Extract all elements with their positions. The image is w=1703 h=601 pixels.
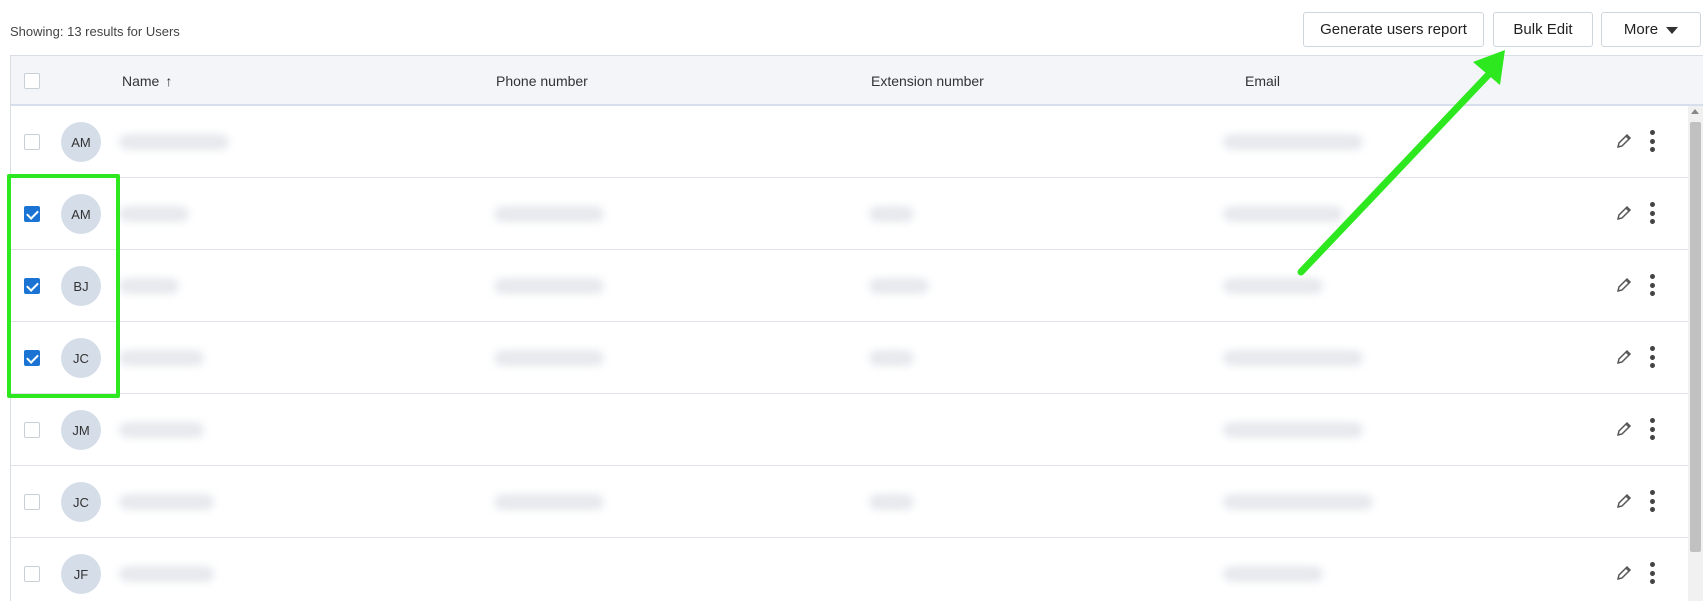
table-header: Name ↑ Phone number Extension number Ema…	[11, 56, 1703, 106]
pencil-icon[interactable]	[1615, 492, 1633, 510]
column-header-name[interactable]: Name ↑	[122, 73, 172, 89]
scroll-up-arrow-icon[interactable]	[1691, 109, 1699, 114]
avatar: JM	[61, 410, 101, 450]
more-options-icon[interactable]	[1648, 346, 1656, 368]
table-row[interactable]: BJ	[11, 250, 1703, 322]
sort-arrow-up-icon: ↑	[165, 73, 173, 89]
email-redacted	[1223, 350, 1363, 366]
table-row[interactable]: AM	[11, 178, 1703, 250]
more-options-icon[interactable]	[1648, 562, 1656, 584]
column-header-phone[interactable]: Phone number	[496, 73, 588, 89]
extension-redacted	[869, 350, 914, 366]
more-button[interactable]: More	[1601, 12, 1701, 47]
generate-report-button[interactable]: Generate users report	[1303, 12, 1484, 47]
name-redacted	[119, 134, 229, 150]
scroll-thumb[interactable]	[1690, 122, 1701, 552]
more-options-icon[interactable]	[1648, 130, 1656, 152]
extension-redacted	[869, 278, 929, 294]
email-redacted	[1223, 134, 1363, 150]
caret-down-icon	[1666, 27, 1679, 34]
more-options-icon[interactable]	[1648, 274, 1656, 296]
email-redacted	[1223, 566, 1323, 582]
table-row[interactable]: AM	[11, 106, 1703, 178]
select-all-checkbox[interactable]	[24, 73, 40, 89]
avatar: AM	[61, 122, 101, 162]
extension-redacted	[869, 494, 914, 510]
email-redacted	[1223, 206, 1343, 222]
pencil-icon[interactable]	[1615, 348, 1633, 366]
vertical-scrollbar[interactable]	[1688, 106, 1703, 601]
column-header-email[interactable]: Email	[1245, 73, 1280, 89]
pencil-icon[interactable]	[1615, 276, 1633, 294]
phone-redacted	[494, 206, 604, 222]
table-row[interactable]: JC	[11, 322, 1703, 394]
table-row[interactable]: JM	[11, 394, 1703, 466]
selection-highlight-annotation	[7, 174, 120, 398]
extension-redacted	[869, 206, 914, 222]
more-options-icon[interactable]	[1648, 418, 1656, 440]
phone-redacted	[494, 278, 604, 294]
email-redacted	[1223, 422, 1363, 438]
name-redacted	[119, 494, 214, 510]
name-redacted	[119, 422, 204, 438]
row-checkbox[interactable]	[24, 566, 40, 582]
table-row[interactable]: JC	[11, 466, 1703, 538]
users-page: Showing: 13 results for Users Generate u…	[0, 0, 1703, 601]
avatar: JC	[61, 482, 101, 522]
pencil-icon[interactable]	[1615, 420, 1633, 438]
row-checkbox[interactable]	[24, 422, 40, 438]
row-checkbox[interactable]	[24, 134, 40, 150]
pencil-icon[interactable]	[1615, 564, 1633, 582]
phone-redacted	[494, 494, 604, 510]
avatar: JF	[61, 554, 101, 594]
results-count: Showing: 13 results for Users	[10, 24, 180, 39]
name-redacted	[119, 566, 214, 582]
name-redacted	[119, 350, 204, 366]
bulk-edit-button[interactable]: Bulk Edit	[1493, 12, 1593, 47]
row-checkbox[interactable]	[24, 494, 40, 510]
more-options-icon[interactable]	[1648, 202, 1656, 224]
name-redacted	[119, 206, 189, 222]
email-redacted	[1223, 494, 1373, 510]
table-row[interactable]: JF	[11, 538, 1703, 601]
email-redacted	[1223, 278, 1323, 294]
more-button-label: More	[1623, 21, 1659, 38]
name-redacted	[119, 278, 179, 294]
more-options-icon[interactable]	[1648, 490, 1656, 512]
users-table: Name ↑ Phone number Extension number Ema…	[10, 55, 1703, 601]
phone-redacted	[494, 350, 604, 366]
pencil-icon[interactable]	[1615, 132, 1633, 150]
pencil-icon[interactable]	[1615, 204, 1633, 222]
table-body: AM AM BJ JC JM JC JF	[11, 106, 1703, 601]
column-header-extension[interactable]: Extension number	[871, 73, 984, 89]
